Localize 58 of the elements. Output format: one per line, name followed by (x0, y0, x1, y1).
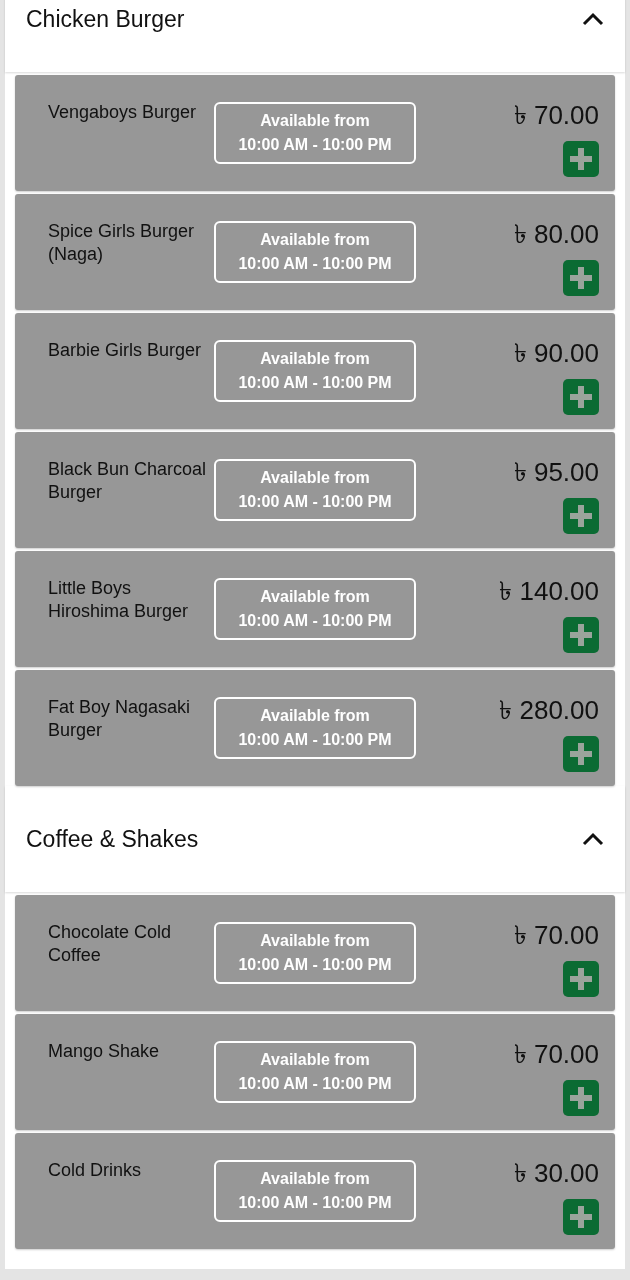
item-price: ৳ 280.00 (499, 696, 599, 726)
availability-hours: 10:00 AM - 10:00 PM (238, 492, 392, 512)
plus-icon (569, 146, 593, 171)
chevron-up-icon[interactable] (582, 832, 604, 846)
add-button[interactable] (563, 735, 599, 772)
availability-label: Available from (260, 706, 370, 726)
availability-hours: 10:00 AM - 10:00 PM (238, 1193, 392, 1213)
add-button[interactable] (563, 497, 599, 534)
section-title: Chicken Burger (26, 4, 185, 34)
section-title: Coffee & Shakes (26, 824, 199, 854)
item-name: Little Boys Hiroshima Burger (48, 577, 190, 622)
availability-hours: 10:00 AM - 10:00 PM (238, 730, 392, 750)
availability-label: Available from (260, 587, 370, 607)
availability-label: Available from (260, 1050, 370, 1070)
item-name: Mango Shake (48, 1040, 161, 1063)
item-price: ৳ 70.00 (513, 101, 599, 131)
item-name: Cold Drinks (48, 1159, 143, 1182)
item-price: ৳ 30.00 (513, 1159, 599, 1189)
availability-label: Available from (260, 468, 370, 488)
availability-hours: 10:00 AM - 10:00 PM (238, 1074, 392, 1094)
item-price: ৳ 140.00 (499, 577, 599, 607)
item-name: Black Bun Charcoal Burger (48, 458, 208, 503)
plus-icon (569, 384, 593, 409)
add-button[interactable] (563, 378, 599, 415)
plus-icon (569, 741, 593, 766)
availability-label: Available from (260, 1169, 370, 1189)
add-button[interactable] (563, 960, 599, 997)
item-price: ৳ 70.00 (513, 921, 599, 951)
plus-icon (569, 622, 593, 647)
plus-icon (569, 966, 593, 991)
item-price: ৳ 80.00 (513, 220, 599, 250)
item-name: Chocolate Cold Coffee (48, 921, 173, 966)
add-button[interactable] (563, 616, 599, 653)
availability-hours: 10:00 AM - 10:00 PM (238, 254, 392, 274)
plus-icon (569, 1085, 593, 1110)
availability-hours: 10:00 AM - 10:00 PM (238, 135, 392, 155)
add-button[interactable] (563, 259, 599, 296)
plus-icon (569, 265, 593, 290)
availability-hours: 10:00 AM - 10:00 PM (238, 955, 392, 975)
plus-icon (569, 1204, 593, 1229)
availability-hours: 10:00 AM - 10:00 PM (238, 373, 392, 393)
add-button[interactable] (563, 140, 599, 177)
availability-label: Available from (260, 931, 370, 951)
availability-label: Available from (260, 349, 370, 369)
item-name: Spice Girls Burger (Naga) (48, 220, 196, 265)
item-price: ৳ 95.00 (513, 458, 599, 488)
item-name: Fat Boy Nagasaki Burger (48, 696, 192, 741)
item-price: ৳ 70.00 (513, 1040, 599, 1070)
chevron-up-icon[interactable] (582, 12, 604, 26)
add-button[interactable] (563, 1079, 599, 1116)
item-price: ৳ 90.00 (513, 339, 599, 369)
add-button[interactable] (563, 1198, 599, 1235)
item-name: Vengaboys Burger (48, 101, 198, 124)
availability-label: Available from (260, 111, 370, 131)
plus-icon (569, 503, 593, 528)
availability-hours: 10:00 AM - 10:00 PM (238, 611, 392, 631)
item-name: Barbie Girls Burger (48, 339, 203, 362)
availability-label: Available from (260, 230, 370, 250)
